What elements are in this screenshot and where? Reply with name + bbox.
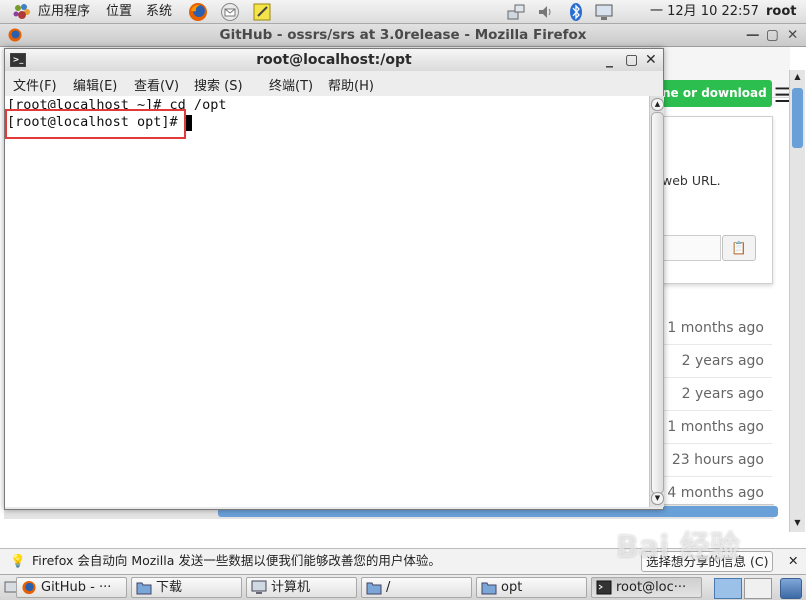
baidu-watermark: Bai 经验 [616,530,740,565]
terminal-scrollbar[interactable]: ▲ ▼ [649,96,664,507]
task-label: opt [501,580,523,595]
task-terminal[interactable]: root@loc··· [591,577,702,598]
taskbar: GitHub - ··· 下载 计算机 / opt root@loc··· [0,574,806,600]
computer-icon [251,580,267,594]
scroll-up-icon[interactable]: ▲ [792,72,803,82]
row-divider [660,377,772,378]
display-tray-icon[interactable] [594,2,614,22]
commit-time: 1 months ago [667,419,764,435]
commit-time: 1 months ago [667,320,764,336]
text-cursor [185,115,192,131]
task-downloads[interactable]: 下载 [131,577,242,598]
menu-help[interactable]: 帮助(H) [328,75,374,94]
notification-close-icon[interactable]: ✕ [788,549,798,573]
task-label: GitHub - ··· [41,580,112,595]
task-computer[interactable]: 计算机 [246,577,357,598]
minimize-icon[interactable]: — [746,24,760,46]
clone-url-input[interactable] [660,235,721,261]
folder-icon [366,582,382,595]
menu-search[interactable]: 搜索 (S) [194,75,243,94]
notification-text: Firefox 会自动向 Mozilla 发送一些数据以便我们能够改善您的用户体… [32,553,441,568]
folder-icon [481,582,497,595]
close-icon[interactable]: ✕ [787,24,798,46]
firefox-vertical-scrollbar[interactable]: ▲ ▼ [789,70,805,532]
scroll-thumb[interactable] [792,88,803,148]
terminal-minimize-icon[interactable]: _ [606,49,613,71]
clone-download-label: ne or download [662,86,767,100]
task-label: 计算机 [271,580,311,595]
menu-edit[interactable]: 编辑(E) [73,75,117,94]
bluetooth-tray-icon[interactable] [566,2,586,22]
terminal-maximize-icon[interactable]: ▢ [625,49,638,71]
scroll-down-icon[interactable]: ▼ [792,518,803,528]
row-divider [660,443,772,444]
maximize-icon[interactable]: ▢ [766,24,779,46]
terminal-scroll-up-icon[interactable]: ▲ [651,98,664,111]
menu-terminal[interactable]: 终端(T) [269,75,313,94]
user-menu[interactable]: root [766,3,797,20]
notes-launcher-icon[interactable] [252,2,272,22]
copy-url-button[interactable]: 📋 [722,235,756,261]
terminal-window-icon: >_ [10,53,26,67]
folder-icon [136,582,152,595]
menu-view[interactable]: 查看(V) [134,75,179,94]
clock[interactable]: 一 12月 10 22:57 [650,3,759,20]
firefox-titlebar: GitHub - ossrs/srs at 3.0release - Mozil… [0,24,806,47]
firefox-window-title: GitHub - ossrs/srs at 3.0release - Mozil… [219,27,587,43]
firefox-window-icon [8,28,22,42]
workspace-2[interactable] [744,578,772,599]
task-label: 下载 [156,580,183,595]
volume-tray-icon[interactable] [536,2,556,22]
task-opt-folder[interactable]: opt [476,577,587,598]
commit-time: 2 years ago [681,353,764,369]
workspace-1[interactable] [714,578,742,599]
annotation-highlight-box [5,109,186,139]
terminal-window: >_ root@localhost:/opt _ ▢ ✕ 文件(F) 编辑(E)… [4,48,664,510]
menu-file[interactable]: 文件(F) [13,75,57,94]
mail-launcher-icon[interactable] [220,2,240,22]
firefox-launcher-icon[interactable] [188,2,208,22]
commit-time: 23 hours ago [671,452,764,468]
clipboard-icon: 📋 [731,240,747,255]
menu-system[interactable]: 系统 [146,3,172,20]
terminal-close-icon[interactable]: ✕ [645,49,657,71]
menu-places[interactable]: 位置 [106,3,132,20]
row-divider [660,344,772,345]
firefox-icon [22,580,36,595]
task-label: / [386,580,391,595]
row-divider [660,410,772,411]
trash-icon[interactable] [780,578,802,599]
row-divider [660,476,772,477]
terminal-title: root@localhost:/opt [256,52,412,68]
terminal-menubar: 文件(F) 编辑(E) 查看(V) 搜索 (S) 终端(T) 帮助(H) [5,71,663,97]
clone-download-button[interactable]: ne or download ▼ [658,80,772,127]
network-tray-icon[interactable] [506,2,526,22]
clone-popup: web URL. 📋 [660,116,773,284]
task-firefox[interactable]: GitHub - ··· [16,577,127,598]
terminal-output[interactable]: [root@localhost ~]# cd /opt [root@localh… [5,96,649,507]
commit-time: 4 months ago [667,485,764,501]
commit-time: 2 years ago [681,386,764,402]
terminal-icon [596,580,612,595]
task-root-folder[interactable]: / [361,577,472,598]
gnome-foot-icon[interactable] [12,2,32,22]
clone-popup-text: web URL. [662,173,721,188]
top-panel: 应用程序 位置 系统 一 12月 10 22:57 root [0,0,806,24]
task-label: root@loc··· [616,580,687,595]
menu-applications[interactable]: 应用程序 [38,3,90,20]
lightbulb-icon: 💡 [10,553,26,568]
terminal-scroll-thumb[interactable] [651,112,664,494]
terminal-titlebar: >_ root@localhost:/opt _ ▢ ✕ [5,49,663,72]
terminal-scroll-down-icon[interactable]: ▼ [651,492,664,505]
